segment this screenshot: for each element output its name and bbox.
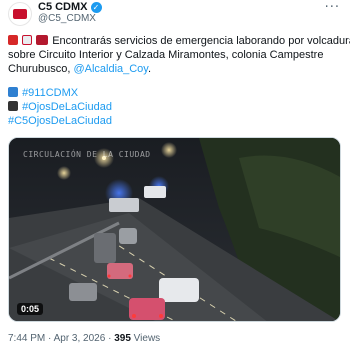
- tweet-time[interactable]: 7:44 PM: [8, 333, 45, 344]
- hashtag-c5ojosdelaciudad[interactable]: #C5OjosDeLaCiudad: [8, 115, 112, 127]
- video-frame: [9, 138, 340, 321]
- views-count[interactable]: 395: [114, 333, 131, 344]
- meta-separator: ·: [45, 333, 54, 344]
- video-player[interactable]: CIRCULACIÓN DE LA CIUDAD 0:05: [8, 137, 341, 322]
- ambulance-icon: [22, 35, 33, 45]
- tweet-line-3-prefix: Churubusco,: [8, 63, 74, 75]
- more-options-icon[interactable]: ···: [325, 0, 340, 15]
- author-handle[interactable]: @C5_CDMX: [38, 13, 96, 24]
- hashtag-ojosdelaciudad[interactable]: #OjosDeLaCiudad: [22, 101, 112, 113]
- tweet-line-2: sobre Circuito Interior y Calzada Miramo…: [8, 49, 324, 61]
- tweet-line-3-suffix: .: [148, 63, 152, 75]
- emergency-light-icon: [8, 35, 18, 45]
- video-duration-badge: 0:05: [17, 303, 44, 315]
- hashtag-line-2: #OjosDeLaCiudad: [8, 100, 342, 114]
- verified-badge-icon: ✓: [90, 1, 102, 13]
- tweet-text: Encontrarás servicios de emergencia labo…: [8, 34, 350, 128]
- mention-link[interactable]: @Alcaldia_Coy: [73, 63, 148, 75]
- tweet-date[interactable]: Apr 3, 2026: [54, 333, 106, 344]
- car-icon: [36, 35, 49, 45]
- camera-icon: [8, 101, 18, 111]
- phone-icon: [8, 87, 18, 97]
- tweet-line-1: Encontrarás servicios de emergencia labo…: [8, 34, 350, 48]
- c5-logo-icon: [13, 9, 27, 19]
- hashtag-line-3: #C5OjosDeLaCiudad: [8, 114, 342, 128]
- author-display-name[interactable]: C5 CDMX: [38, 1, 88, 13]
- tweet-meta: 7:44 PM · Apr 3, 2026 · 395 Views: [8, 333, 160, 344]
- hashtag-911cdmx[interactable]: #911CDMX: [22, 87, 78, 99]
- video-overlay-caption: CIRCULACIÓN DE LA CIUDAD: [23, 150, 151, 159]
- avatar[interactable]: [8, 2, 32, 26]
- tweet-header: C5 CDMX ✓ @C5_CDMX ···: [8, 0, 342, 28]
- author-name-row: C5 CDMX ✓: [38, 1, 102, 13]
- meta-separator: ·: [105, 333, 115, 344]
- tweet-line-1-text: Encontrarás servicios de emergencia labo…: [52, 35, 350, 47]
- tweet-line-3: Churubusco, @Alcaldia_Coy.: [8, 62, 342, 76]
- views-label: Views: [130, 333, 161, 344]
- hashtag-line-1: #911CDMX: [8, 86, 342, 100]
